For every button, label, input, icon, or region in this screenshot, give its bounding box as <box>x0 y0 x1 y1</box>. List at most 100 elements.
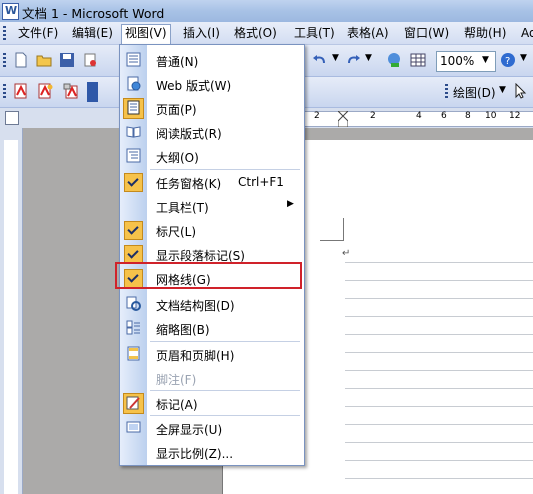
select-objects-icon[interactable] <box>512 83 528 99</box>
menu-item-zoom[interactable]: 显示比例(Z)... <box>120 440 304 464</box>
menu-format[interactable]: 格式(O) <box>231 25 280 42</box>
menu-item-footnotes[interactable]: 脚注(F) <box>120 366 304 390</box>
menu-item-normal[interactable]: 普通(N) <box>120 48 304 72</box>
menu-item-label: 普通(N) <box>156 55 199 69</box>
menu-item-task-pane[interactable]: 任务窗格(K) Ctrl+F1 <box>120 170 304 194</box>
menu-item-ruler[interactable]: 标尺(L) <box>120 218 304 242</box>
gridline <box>345 316 533 317</box>
menu-item-label: 工具栏(T) <box>156 201 209 215</box>
menu-file[interactable]: 文件(F) <box>15 25 61 42</box>
menu-edit[interactable]: 编辑(E) <box>69 25 116 42</box>
document-map-icon <box>126 296 141 311</box>
gridline <box>345 262 533 263</box>
menu-acrobat[interactable]: Ad <box>518 25 533 42</box>
menu-item-label: 标记(A) <box>156 398 198 412</box>
web-layout-icon <box>127 76 141 91</box>
gridline <box>345 406 533 407</box>
menu-item-label: 大纲(O) <box>156 151 199 165</box>
undo-dropdown-icon[interactable]: ▼ <box>332 53 339 63</box>
menu-item-outline[interactable]: 大纲(O) <box>120 144 304 168</box>
menu-item-full-screen[interactable]: 全屏显示(U) <box>120 416 304 440</box>
menu-item-reading-layout[interactable]: 阅读版式(R) <box>120 120 304 144</box>
menu-window[interactable]: 窗口(W) <box>401 25 452 42</box>
gridline <box>345 280 533 281</box>
outline-icon <box>126 148 141 163</box>
undo-icon[interactable] <box>312 52 328 68</box>
svg-text:?: ? <box>505 56 510 67</box>
menu-item-label: 显示比例(Z)... <box>156 447 234 461</box>
pdf-review-icon[interactable] <box>63 83 79 99</box>
gridline <box>345 334 533 335</box>
ruler-tick: 6 <box>441 111 447 121</box>
ruler-tick: 10 <box>485 111 497 121</box>
toolbar2-options-icon[interactable] <box>87 82 98 102</box>
menu-item-web-layout[interactable]: Web 版式(W) <box>120 72 304 96</box>
menu-item-label: Web 版式(W) <box>156 79 232 93</box>
hyperlink-icon[interactable] <box>386 52 402 68</box>
menu-item-label: 阅读版式(R) <box>156 127 222 141</box>
menu-table[interactable]: 表格(A) <box>344 25 392 42</box>
menu-item-header-footer[interactable]: 页眉和页脚(H) <box>120 342 304 366</box>
full-screen-icon <box>126 421 141 433</box>
gridline <box>345 298 533 299</box>
zoom-dropdown-icon[interactable]: ▼ <box>482 55 489 65</box>
indent-marker-icon[interactable] <box>338 111 348 127</box>
margin-corner-mark <box>320 240 344 241</box>
menu-view[interactable]: 视图(V) <box>121 24 171 44</box>
gridline <box>345 460 533 461</box>
drawing-toolbar-grip-icon[interactable] <box>445 84 448 100</box>
menu-bar: 文件(F) 编辑(E) 视图(V) 插入(I) 格式(O) 工具(T) 表格(A… <box>0 22 533 45</box>
ruler-tick: 2 <box>370 111 376 121</box>
menu-item-shortcut: Ctrl+F1 <box>238 175 284 189</box>
menu-item-label: 任务窗格(K) <box>156 177 222 191</box>
markup-icon <box>126 396 140 410</box>
pdf-email-icon[interactable] <box>37 83 53 99</box>
drawing-menu-button[interactable]: 绘图(D) <box>453 84 496 101</box>
open-folder-icon[interactable] <box>36 52 52 68</box>
menu-item-print-layout[interactable]: 页面(P) <box>120 96 304 120</box>
checkmark-icon <box>124 221 143 240</box>
toolbar2-grip-icon[interactable] <box>3 84 6 100</box>
convert-to-pdf-icon[interactable] <box>13 83 29 99</box>
thumbnails-icon <box>126 320 140 335</box>
menu-item-document-map[interactable]: 文档结构图(D) <box>120 292 304 316</box>
toolbar-grip-icon[interactable] <box>3 53 6 69</box>
window-title: 文档 1 - Microsoft Word <box>22 6 165 21</box>
menu-item-label: 脚注(F) <box>156 373 197 387</box>
redo-dropdown-icon[interactable]: ▼ <box>365 53 372 63</box>
word-app-icon[interactable] <box>2 3 19 20</box>
new-document-icon[interactable] <box>13 52 29 68</box>
gridline <box>345 352 533 353</box>
menu-item-markup[interactable]: 标记(A) <box>120 391 304 415</box>
drawing-dropdown-icon[interactable]: ▼ <box>499 85 506 95</box>
gridline <box>345 424 533 425</box>
menu-item-label: 标尺(L) <box>156 225 197 239</box>
submenu-arrow-icon: ▶ <box>287 199 294 209</box>
insert-table-icon[interactable] <box>410 52 426 68</box>
checkmark-icon <box>124 173 143 192</box>
menu-tools[interactable]: 工具(T) <box>291 25 338 42</box>
menu-item-label: 文档结构图(D) <box>156 299 235 313</box>
menu-item-label: 页眉和页脚(H) <box>156 349 235 363</box>
reading-layout-icon <box>126 126 141 138</box>
zoom-combobox[interactable]: 100% ▼ <box>436 51 496 72</box>
margin-corner-mark <box>343 218 344 240</box>
permission-icon[interactable] <box>82 52 98 68</box>
menu-item-toolbars[interactable]: 工具栏(T) ▶ <box>120 194 304 218</box>
menu-item-thumbnails[interactable]: 缩略图(B) <box>120 316 304 340</box>
ruler-tick: 8 <box>465 111 471 121</box>
paragraph-mark: ↵ <box>342 248 351 259</box>
tab-selector-icon[interactable] <box>5 111 19 125</box>
redo-icon[interactable] <box>345 52 361 68</box>
gridlines-highlight-box <box>115 262 302 289</box>
help-icon[interactable]: ? <box>500 52 516 68</box>
menubar-grip-icon[interactable] <box>3 26 6 40</box>
title-bar: 文档 1 - Microsoft Word <box>0 0 533 22</box>
menu-help[interactable]: 帮助(H) <box>461 25 509 42</box>
zoom-value: 100% <box>440 54 475 68</box>
toolbar-options-icon[interactable]: ▼ <box>520 53 527 63</box>
menu-item-label: 全屏显示(U) <box>156 423 223 437</box>
menu-insert[interactable]: 插入(I) <box>180 25 223 42</box>
normal-view-icon <box>126 52 141 67</box>
save-icon[interactable] <box>59 52 75 68</box>
